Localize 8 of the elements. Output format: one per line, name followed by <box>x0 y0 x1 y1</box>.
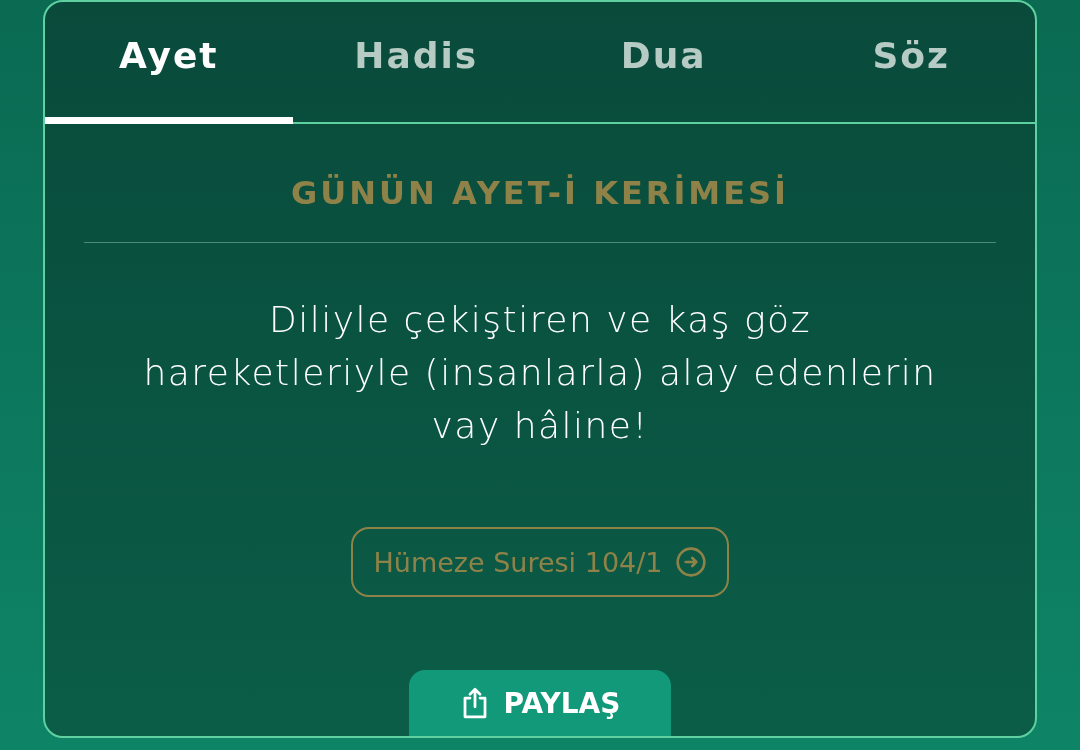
share-button[interactable]: PAYLAŞ <box>409 670 671 736</box>
tab[interactable]: Dua <box>540 2 788 124</box>
arrow-circle-icon <box>674 546 707 578</box>
tab[interactable]: Hadis <box>292 2 540 124</box>
section-heading: GÜNÜN AYET-İ KERİMESİ <box>291 174 789 212</box>
tab[interactable]: Söz <box>787 2 1035 124</box>
tab[interactable]: Ayet <box>45 2 293 124</box>
verse-text: Diliyle çekiştiren ve kaş göz hareketleriyle (insanlarla) alay edenlerin vay hâline! <box>142 298 938 448</box>
